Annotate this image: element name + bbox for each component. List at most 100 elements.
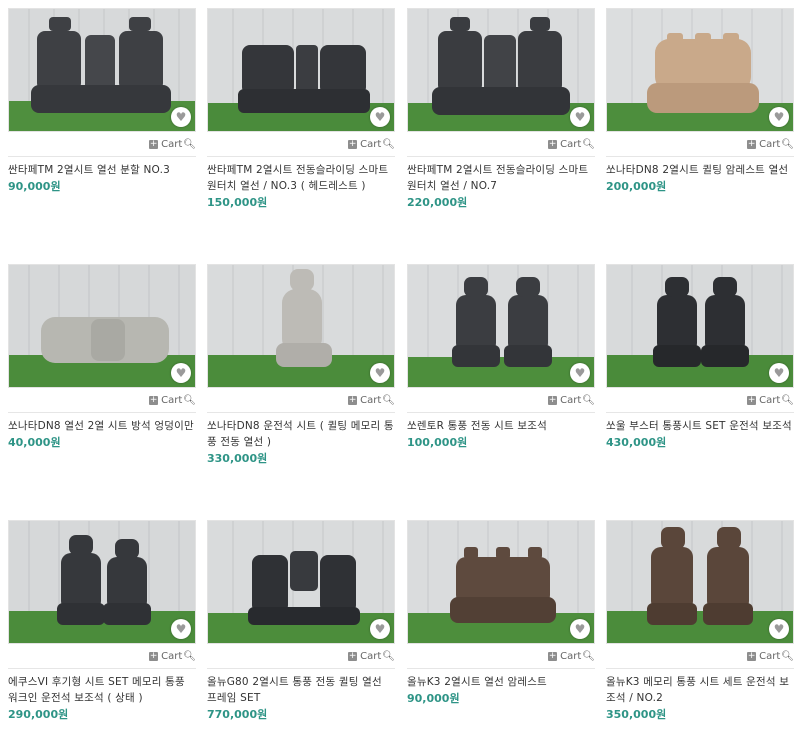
product-title[interactable]: 올뉴K3 2열시트 열선 암레스트 [407,674,595,690]
divider [207,668,395,669]
product-price: 90,000원 [407,692,460,705]
heart-icon[interactable]: ♥ [171,619,191,639]
product-title[interactable]: 쏘나타DN8 운전석 시트 ( 퀼팅 메모리 통풍 전동 열선 ) [207,418,395,450]
cart-link[interactable]: + Cart 🔍︎ [8,388,196,410]
product-image[interactable]: ♥ [407,8,595,132]
product-image[interactable]: ♥ [207,264,395,388]
product-title[interactable]: 쏘울 부스터 통풍시트 SET 운전석 보조석 [606,418,794,434]
cart-link[interactable]: + Cart 🔍︎ [207,644,395,666]
product-image[interactable]: ♥ [8,520,196,644]
seat-photo [607,265,793,387]
product-image[interactable]: ♥ [407,264,595,388]
product-card[interactable]: ♥ + Cart 🔍︎ 올뉴G80 2열시트 통풍 전동 퀼팅 열선 프레임 SET… [207,520,395,723]
cart-label: Cart [161,138,183,150]
seat-photo [408,9,594,131]
heart-icon[interactable]: ♥ [570,107,590,127]
heart-icon[interactable]: ♥ [370,107,390,127]
product-card[interactable]: ♥ + Cart 🔍︎ 싼타페TM 2열시트 열선 분할 NO.3 90,000원 [8,8,196,195]
plus-icon: + [747,394,757,405]
divider [407,156,595,157]
cart-link[interactable]: + Cart 🔍︎ [8,644,196,666]
product-price: 430,000원 [606,436,667,449]
product-title[interactable]: 싼타페TM 2열시트 열선 분할 NO.3 [8,162,196,178]
heart-icon[interactable]: ♥ [769,363,789,383]
heart-icon[interactable]: ♥ [769,107,789,127]
divider [8,412,196,413]
product-image[interactable]: ♥ [8,8,196,132]
heart-icon[interactable]: ♥ [370,363,390,383]
cart-link[interactable]: + Cart 🔍︎ [407,388,595,410]
product-card[interactable]: ♥ + Cart 🔍︎ 쏘울 부스터 통풍시트 SET 운전석 보조석 430,00… [606,264,794,451]
cart-link[interactable]: + Cart 🔍︎ [8,132,196,154]
product-image[interactable]: ♥ [407,520,595,644]
product-price: 100,000원 [407,436,468,449]
heart-icon[interactable]: ♥ [171,107,191,127]
product-price: 220,000원 [407,196,468,209]
product-card[interactable]: ♥ + Cart 🔍︎ 에쿠스VI 후기형 시트 SET 메모리 통풍 워크인 운전… [8,520,196,723]
product-image[interactable]: ♥ [207,520,395,644]
product-grid: ♥ + Cart 🔍︎ 싼타페TM 2열시트 열선 분할 NO.3 90,000원 … [0,0,800,729]
cart-link[interactable]: + Cart 🔍︎ [606,644,794,666]
product-title[interactable]: 쏘나타DN8 열선 2열 시트 방석 엉덩이만 [8,418,196,434]
product-image[interactable]: ♥ [606,8,794,132]
cart-link[interactable]: + Cart 🔍︎ [606,388,794,410]
divider [606,668,794,669]
magnifier-icon: 🔍︎ [582,394,595,406]
product-title[interactable]: 올뉴G80 2열시트 통풍 전동 퀼팅 열선 프레임 SET [207,674,395,706]
heart-icon[interactable]: ♥ [769,619,789,639]
cart-link[interactable]: + Cart 🔍︎ [207,388,395,410]
seat-photo [208,521,394,643]
divider [8,156,196,157]
cart-label: Cart [360,650,382,662]
plus-icon: + [149,138,159,149]
seat-photo [9,9,195,131]
heart-icon[interactable]: ♥ [171,363,191,383]
product-card[interactable]: ♥ + Cart 🔍︎ 쏘렌토R 통풍 전동 시트 보조석 100,000원 [407,264,595,451]
product-card[interactable]: ♥ + Cart 🔍︎ 쏘나타DN8 2열시트 퀼팅 암레스트 열선 200,000… [606,8,794,195]
divider [606,156,794,157]
product-image[interactable]: ♥ [8,264,196,388]
cart-link[interactable]: + Cart 🔍︎ [407,644,595,666]
heart-icon[interactable]: ♥ [570,619,590,639]
product-title[interactable]: 에쿠스VI 후기형 시트 SET 메모리 통풍 워크인 운전석 보조석 ( 상태… [8,674,196,706]
product-image[interactable]: ♥ [606,520,794,644]
product-price: 290,000원 [8,708,69,721]
cart-link[interactable]: + Cart 🔍︎ [407,132,595,154]
cart-label: Cart [360,138,382,150]
divider [407,412,595,413]
product-card[interactable]: ♥ + Cart 🔍︎ 쏘나타DN8 운전석 시트 ( 퀼팅 메모리 통풍 전동 열… [207,264,395,467]
product-title[interactable]: 쏘나타DN8 2열시트 퀼팅 암레스트 열선 [606,162,794,178]
product-card[interactable]: ♥ + Cart 🔍︎ 쏘나타DN8 열선 2열 시트 방석 엉덩이만 40,000… [8,264,196,451]
product-image[interactable]: ♥ [606,264,794,388]
product-title[interactable]: 싼타페TM 2열시트 전동슬라이딩 스마트원터치 열선 / NO.7 [407,162,595,194]
heart-icon[interactable]: ♥ [570,363,590,383]
plus-icon: + [348,138,358,149]
product-card[interactable]: ♥ + Cart 🔍︎ 올뉴K3 메모리 통풍 시트 세트 운전석 보조석 / NO… [606,520,794,723]
product-card[interactable]: ♥ + Cart 🔍︎ 싼타페TM 2열시트 전동슬라이딩 스마트원터치 열선 / … [407,8,595,211]
heart-icon[interactable]: ♥ [370,619,390,639]
magnifier-icon: 🔍︎ [382,394,395,406]
cart-link[interactable]: + Cart 🔍︎ [606,132,794,154]
magnifier-icon: 🔍︎ [382,650,395,662]
cart-label: Cart [161,650,183,662]
seat-photo [9,521,195,643]
cart-label: Cart [560,394,582,406]
plus-icon: + [548,394,558,405]
product-card[interactable]: ♥ + Cart 🔍︎ 싼타페TM 2열시트 전동슬라이딩 스마트 원터치 열선 /… [207,8,395,211]
product-title[interactable]: 올뉴K3 메모리 통풍 시트 세트 운전석 보조석 / NO.2 [606,674,794,706]
magnifier-icon: 🔍︎ [781,650,794,662]
plus-icon: + [548,138,558,149]
seat-photo [607,9,793,131]
cart-label: Cart [759,394,781,406]
product-title[interactable]: 쏘렌토R 통풍 전동 시트 보조석 [407,418,595,434]
magnifier-icon: 🔍︎ [781,394,794,406]
magnifier-icon: 🔍︎ [183,138,196,150]
product-title[interactable]: 싼타페TM 2열시트 전동슬라이딩 스마트 원터치 열선 / NO.3 ( 헤드… [207,162,395,194]
seat-photo [9,265,195,387]
plus-icon: + [747,650,757,661]
product-card[interactable]: ♥ + Cart 🔍︎ 올뉴K3 2열시트 열선 암레스트 90,000원 [407,520,595,707]
product-price: 350,000원 [606,708,667,721]
cart-link[interactable]: + Cart 🔍︎ [207,132,395,154]
divider [407,668,595,669]
product-image[interactable]: ♥ [207,8,395,132]
